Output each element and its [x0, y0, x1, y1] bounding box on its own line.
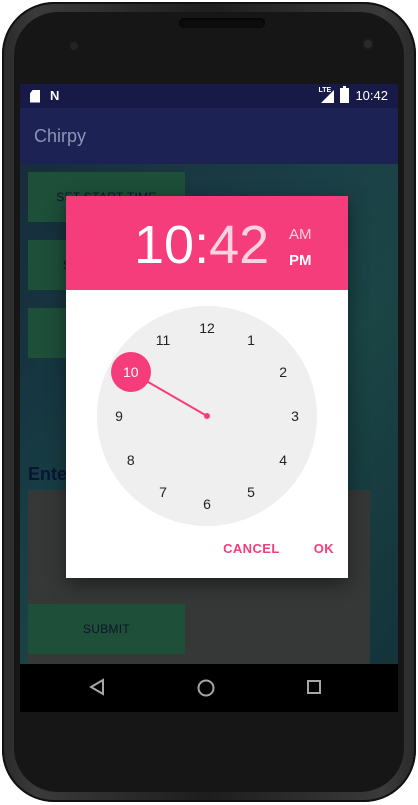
- network-label: LTE: [318, 86, 332, 94]
- clock-number-11[interactable]: 11: [151, 330, 175, 350]
- clock-number-7[interactable]: 7: [151, 482, 175, 502]
- clock-face[interactable]: 12 1 2 3 4 5 6 7 8 9 10 11: [97, 306, 317, 526]
- time-picker-dialog: 10:42 AM PM 12 1 2 3 4 5 6 7 8 9 10 11 CANCEL OK: [66, 196, 348, 578]
- status-bar: N LTE 10:42: [20, 84, 398, 108]
- cancel-button[interactable]: CANCEL: [223, 541, 280, 556]
- clock-number-8[interactable]: 8: [119, 450, 143, 470]
- time-display: 10:42: [134, 214, 269, 276]
- clock-number-9[interactable]: 9: [107, 406, 131, 426]
- clock-number-12[interactable]: 12: [195, 318, 219, 338]
- hour-display[interactable]: 10: [134, 215, 194, 275]
- pm-toggle[interactable]: PM: [289, 252, 312, 269]
- clock-center-dot: [204, 413, 210, 419]
- battery-icon: [340, 86, 350, 103]
- front-camera: [362, 38, 374, 50]
- dialog-actions: CANCEL OK: [223, 541, 334, 556]
- ok-button[interactable]: OK: [314, 541, 334, 556]
- clock-number-10[interactable]: 10: [119, 362, 143, 382]
- signal-icon: LTE: [318, 86, 335, 103]
- am-toggle[interactable]: AM: [289, 226, 312, 243]
- earpiece-speaker: [179, 18, 265, 28]
- clock-number-6[interactable]: 6: [195, 494, 219, 514]
- clock-number-4[interactable]: 4: [271, 450, 295, 470]
- app-bar: Chirpy: [20, 108, 398, 164]
- clock-number-2[interactable]: 2: [271, 362, 295, 382]
- status-time: 10:42: [355, 88, 388, 103]
- clock-number-5[interactable]: 5: [239, 482, 263, 502]
- time-picker-header: 10:42 AM PM: [66, 196, 348, 290]
- proximity-sensor: [70, 42, 78, 50]
- app-title: Chirpy: [34, 126, 87, 146]
- sd-card-icon: [30, 89, 40, 103]
- minute-display[interactable]: 42: [209, 215, 269, 275]
- device-screen: N LTE 10:42 Chirpy SET START TIME SET EN…: [20, 84, 398, 712]
- clock-number-3[interactable]: 3: [283, 406, 307, 426]
- time-colon: :: [194, 215, 210, 275]
- n-icon: N: [50, 88, 60, 103]
- clock-number-1[interactable]: 1: [239, 330, 263, 350]
